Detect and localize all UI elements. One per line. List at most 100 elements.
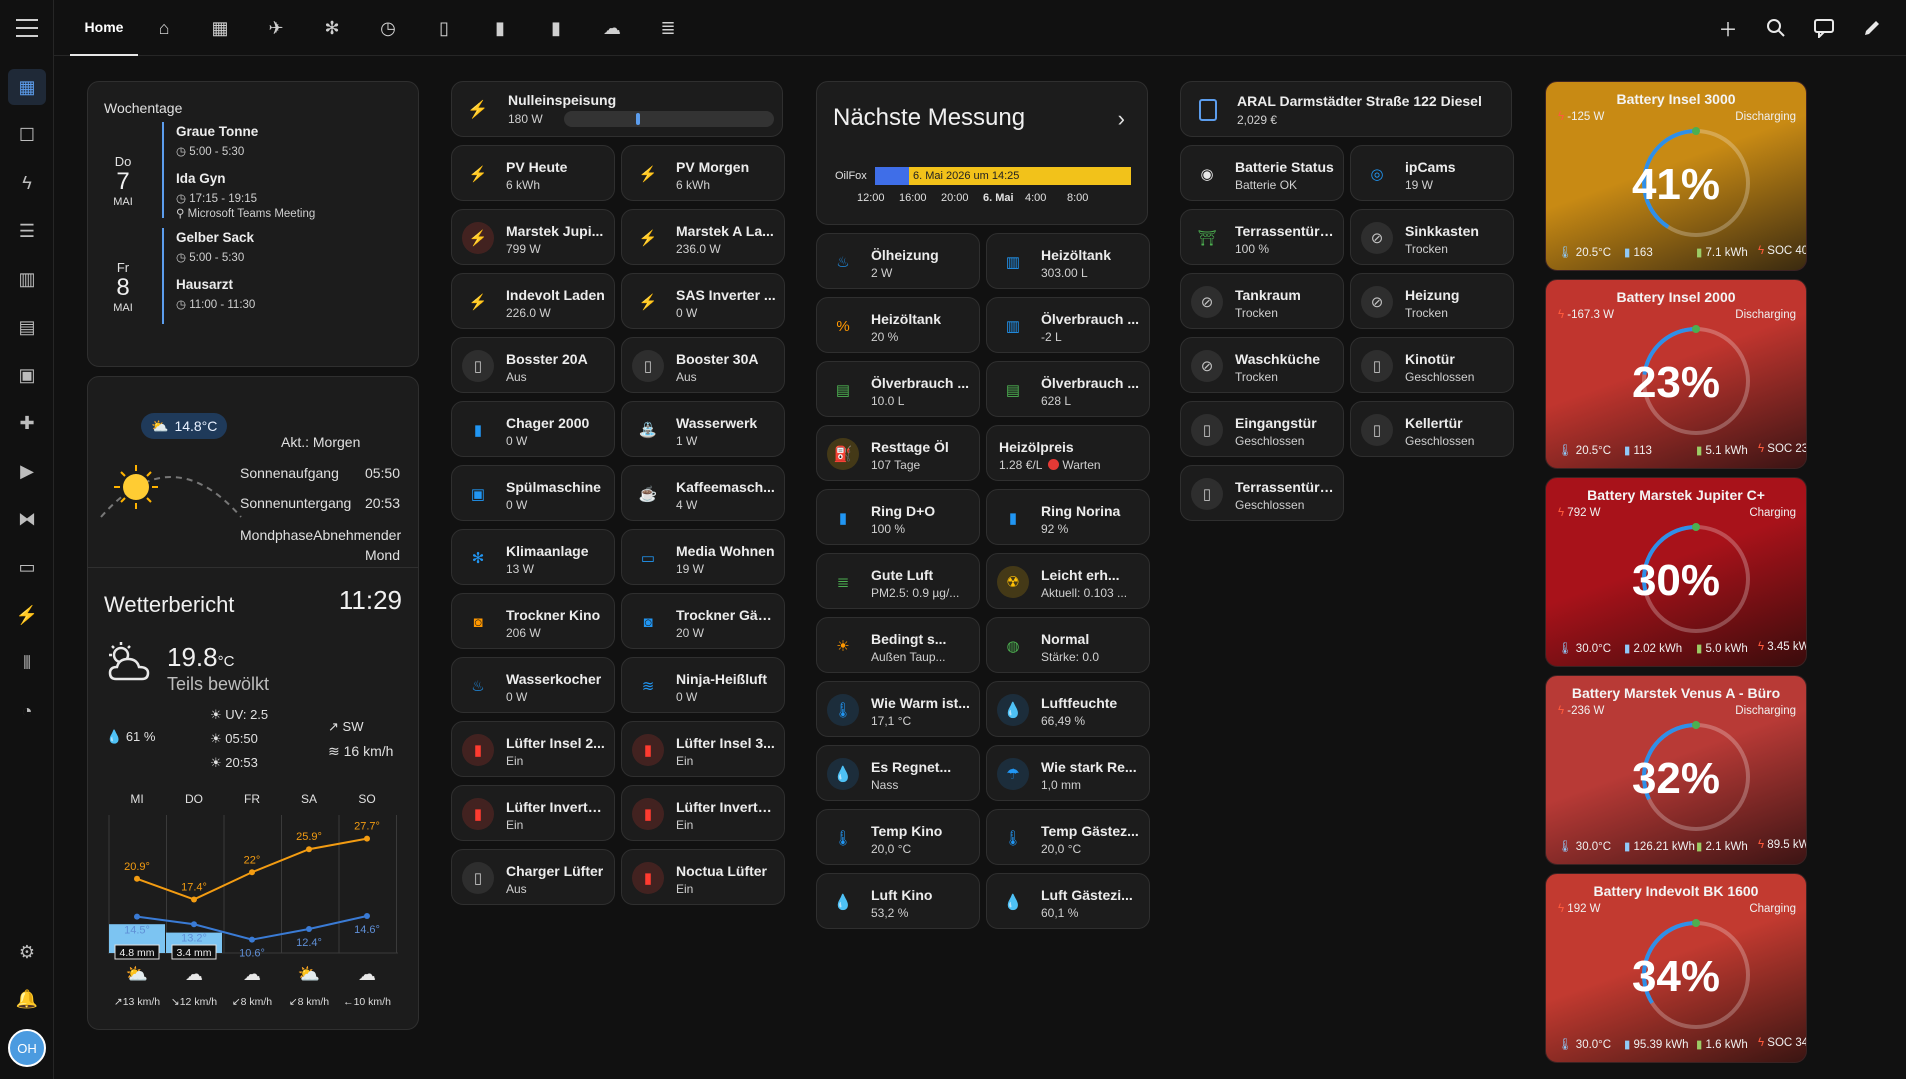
entity-tile[interactable]: ▭ Media Wohnen 19 W bbox=[621, 529, 785, 585]
nulleinspeisung-tile[interactable]: ⚡ Nulleinspeisung 180 W bbox=[451, 81, 783, 137]
satellite-icon[interactable]: ✈ bbox=[260, 12, 292, 44]
entity-tile[interactable]: ⚡ PV Heute 6 kWh bbox=[451, 145, 615, 201]
entity-tile[interactable]: ▯ Bosster 20A Aus bbox=[451, 337, 615, 393]
entity-tile[interactable]: ◙ Trockner Gäs... 20 W bbox=[621, 593, 785, 649]
entity-tile[interactable]: ♨ Ölheizung 2 W bbox=[816, 233, 980, 289]
calendar-icon[interactable]: ▤ bbox=[8, 309, 46, 345]
entity-tile[interactable]: ▯ Kinotür Geschlossen bbox=[1350, 337, 1514, 393]
entity-tile[interactable]: ≣ Gute Luft PM2.5: 0.9 µg/... bbox=[816, 553, 980, 609]
battery-card[interactable]: Battery Marstek Jupiter C+ ϟ 792 W Chargin… bbox=[1545, 477, 1807, 667]
entity-tile[interactable]: ◎ ipCams 19 W bbox=[1350, 145, 1514, 201]
settings-icon[interactable]: ⚙ bbox=[8, 934, 46, 970]
entity-tile[interactable]: ⊘ Tankraum Trocken bbox=[1180, 273, 1344, 329]
entity-tile[interactable]: ▮ Lüfter Insel 3... Ein bbox=[621, 721, 785, 777]
tab-home[interactable]: Home bbox=[70, 0, 138, 56]
entity-tile[interactable]: % Heizöltank 20 % bbox=[816, 297, 980, 353]
hours-24-icon[interactable]: ◷ bbox=[372, 12, 404, 44]
entity-tile[interactable]: ☀ Bedingt s... Außen Taup... bbox=[816, 617, 980, 673]
entity-tile[interactable]: ◍ Normal Stärke: 0.0 bbox=[986, 617, 1150, 673]
air-conditioner-icon[interactable]: ✻ bbox=[316, 12, 348, 44]
entity-tile[interactable]: 🌡 Temp Kino 20,0 °C bbox=[816, 809, 980, 865]
entity-tile[interactable]: ▮ Ring D+O 100 % bbox=[816, 489, 980, 545]
entity-tile[interactable]: ⊘ Sinkkasten Trocken bbox=[1350, 209, 1514, 265]
entity-tile[interactable]: ⚡ Marstek A La... 236.0 W bbox=[621, 209, 785, 265]
battery-card[interactable]: Battery Insel 3000 ϟ -125 W Discharging 41%… bbox=[1545, 81, 1807, 271]
entity-tile[interactable]: 🌡 Temp Gästez... 20,0 °C bbox=[986, 809, 1150, 865]
battery-card[interactable]: Battery Insel 2000 ϟ -167.3 W Discharging 2… bbox=[1545, 279, 1807, 469]
entity-tile[interactable]: ⛽ Resttage Öl 107 Tage bbox=[816, 425, 980, 481]
entity-tile[interactable]: ☢ Leicht erh... Aktuell: 0.103 ... bbox=[986, 553, 1150, 609]
puzzle-icon[interactable]: ✚ bbox=[8, 405, 46, 441]
entity-tile[interactable]: Heizölpreis 1.28 €/L Warten bbox=[986, 425, 1150, 481]
phone-icon[interactable]: ▯ bbox=[428, 12, 460, 44]
avatar[interactable]: OH bbox=[8, 1029, 46, 1067]
cloud-sync-icon[interactable]: ☁ bbox=[596, 12, 628, 44]
battery-card[interactable]: Battery Indevolt BK 1600 ϟ 192 W Charging 3… bbox=[1545, 873, 1807, 1063]
entity-tile[interactable]: 💧 Es Regnet... Nass bbox=[816, 745, 980, 801]
slider-handle[interactable] bbox=[636, 113, 641, 125]
plus-icon[interactable]: ＋ bbox=[1711, 12, 1745, 44]
entity-tile[interactable]: ≋ Ninja-Heißluft 0 W bbox=[621, 657, 785, 713]
account-box-icon[interactable]: ☐ bbox=[8, 117, 46, 153]
entity-tile[interactable]: ▯ Kellertür Geschlossen bbox=[1350, 401, 1514, 457]
entity-tile[interactable]: ▯ Charger Lüfter Aus bbox=[451, 849, 615, 905]
calendar-event-title[interactable]: Gelber Sack bbox=[176, 230, 254, 245]
entity-tile[interactable]: 💧 Luftfeuchte 66,49 % bbox=[986, 681, 1150, 737]
calendar-event-title[interactable]: Graue Tonne bbox=[176, 124, 258, 139]
battery-card[interactable]: Battery Marstek Venus A - Büro ϟ -236 W Di… bbox=[1545, 675, 1807, 865]
vscode-icon[interactable]: ⧓ bbox=[8, 501, 46, 537]
entity-tile[interactable]: ☕ Kaffeemasch... 4 W bbox=[621, 465, 785, 521]
entity-tile[interactable]: ⊘ Heizung Trocken bbox=[1350, 273, 1514, 329]
library-icon[interactable]: ⫴ bbox=[8, 645, 46, 681]
entity-tile[interactable]: ▮ Chager 2000 0 W bbox=[451, 401, 615, 457]
entity-tile[interactable]: ▮ Ring Norina 92 % bbox=[986, 489, 1150, 545]
entity-tile[interactable]: ✻ Klimaanlage 13 W bbox=[451, 529, 615, 585]
server-icon[interactable]: ≣ bbox=[652, 12, 684, 44]
battery-charging-icon[interactable]: ▮ bbox=[484, 12, 516, 44]
dashboard-icon[interactable]: ▦ bbox=[8, 69, 46, 105]
bell-icon[interactable]: 🔔 bbox=[8, 981, 46, 1017]
entity-tile[interactable]: ⚡ SAS Inverter ... 0 W bbox=[621, 273, 785, 329]
entity-tile[interactable]: ⚡ Indevolt Laden 226.0 W bbox=[451, 273, 615, 329]
entity-tile[interactable]: ▯ Eingangstür Geschlossen bbox=[1180, 401, 1344, 457]
entity-tile[interactable]: ⛲ Wasserwerk 1 W bbox=[621, 401, 785, 457]
solar-icon[interactable]: ⚡ bbox=[8, 597, 46, 633]
calendar-event-title[interactable]: Hausarzt bbox=[176, 277, 233, 292]
entity-tile[interactable]: ♨ Wasserkocher 0 W bbox=[451, 657, 615, 713]
table-icon[interactable]: ▦ bbox=[204, 12, 236, 44]
pencil-icon[interactable] bbox=[1855, 12, 1889, 44]
entity-tile[interactable]: ▯ Terrassentür ... Geschlossen bbox=[1180, 465, 1344, 521]
entity-tile[interactable]: ◉ Batterie Status Batterie OK bbox=[1180, 145, 1344, 201]
home-icon[interactable]: ⌂ bbox=[148, 12, 180, 44]
media-icon[interactable]: ▶ bbox=[8, 453, 46, 489]
entity-tile[interactable]: ▮ Lüfter Insel 2... Ein bbox=[451, 721, 615, 777]
speedometer-icon[interactable]: ◔ bbox=[8, 693, 46, 729]
lightning-icon[interactable]: ϟ bbox=[8, 165, 46, 201]
entity-tile[interactable]: ⛩ Terrassentür ... 100 % bbox=[1180, 209, 1344, 265]
entity-tile[interactable]: ▣ Spülmaschine 0 W bbox=[451, 465, 615, 521]
entity-tile[interactable]: ▥ Ölverbrauch ... -2 L bbox=[986, 297, 1150, 353]
entity-tile[interactable]: ▤ Ölverbrauch ... 10.0 L bbox=[816, 361, 980, 417]
entity-tile[interactable]: ▮ Lüfter Inverte... Ein bbox=[451, 785, 615, 841]
entity-tile[interactable]: ▮ Lüfter Inverte... Ein bbox=[621, 785, 785, 841]
nulleinspeisung-slider[interactable] bbox=[564, 111, 774, 127]
entity-tile[interactable]: 🌡 Wie Warm ist... 17,1 °C bbox=[816, 681, 980, 737]
menu-icon[interactable] bbox=[14, 16, 40, 40]
entity-tile[interactable]: 💧 Luft Gästezi... 60,1 % bbox=[986, 873, 1150, 929]
battery-arrow-icon[interactable]: ▮ bbox=[540, 12, 572, 44]
entity-tile[interactable]: ⊘ Waschküche Trocken bbox=[1180, 337, 1344, 393]
entity-tile[interactable]: ▥ Heizöltank 303.00 L bbox=[986, 233, 1150, 289]
terminal-icon[interactable]: ▭ bbox=[8, 549, 46, 585]
entity-tile[interactable]: ▤ Ölverbrauch ... 628 L bbox=[986, 361, 1150, 417]
entity-tile[interactable]: ⚡ Marstek Jupi... 799 W bbox=[451, 209, 615, 265]
calendar-event-title[interactable]: Ida Gyn bbox=[176, 171, 226, 186]
entity-tile[interactable]: ▯ Booster 30A Aus bbox=[621, 337, 785, 393]
entity-tile[interactable]: ☂ Wie stark Re... 1,0 mm bbox=[986, 745, 1150, 801]
search-icon[interactable] bbox=[1759, 12, 1793, 44]
aral-tile[interactable]: ARAL Darmstädter Straße 122 Diesel 2,029… bbox=[1180, 81, 1512, 137]
chevron-right-icon[interactable]: › bbox=[1118, 106, 1125, 132]
chart-icon[interactable]: ▥ bbox=[8, 261, 46, 297]
chat-icon[interactable] bbox=[1807, 12, 1841, 44]
hacs-icon[interactable]: ▣ bbox=[8, 357, 46, 393]
entity-tile[interactable]: ⚡ PV Morgen 6 kWh bbox=[621, 145, 785, 201]
